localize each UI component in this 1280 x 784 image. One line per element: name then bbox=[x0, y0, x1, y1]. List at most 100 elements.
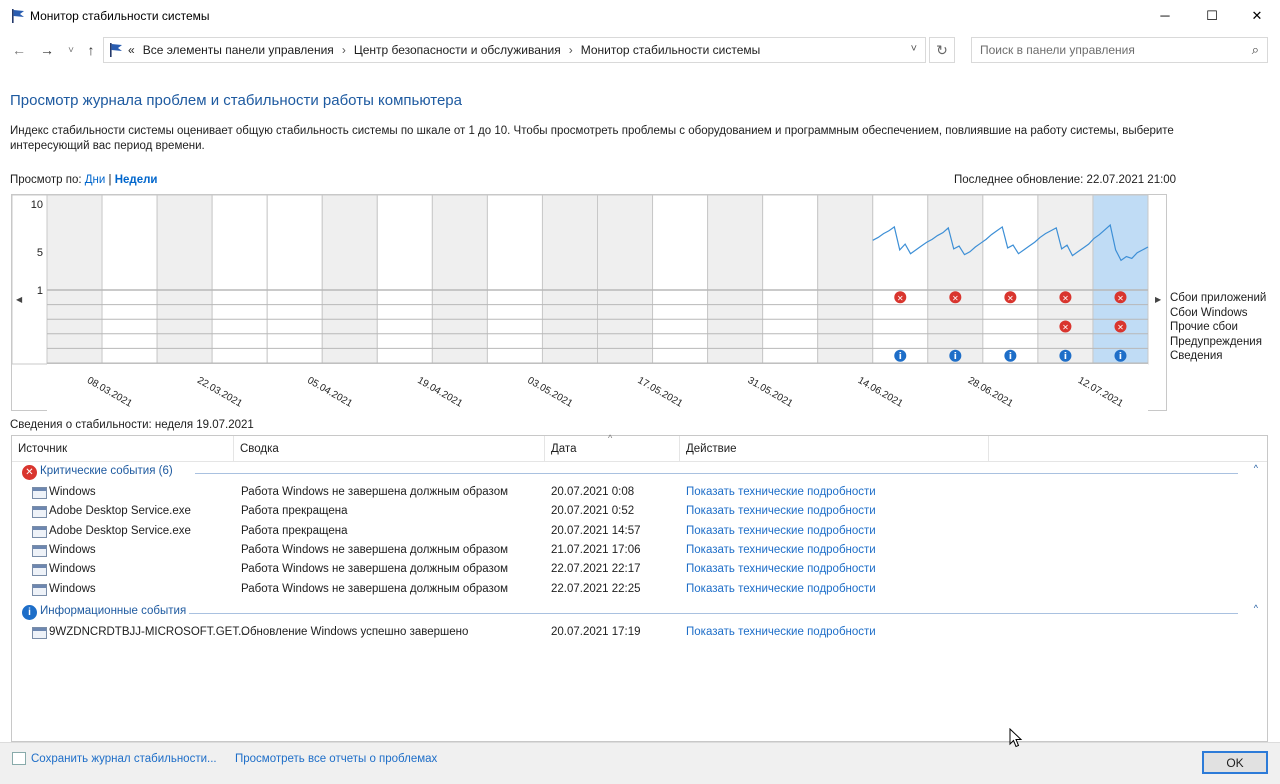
column-summary[interactable]: Сводка bbox=[234, 436, 545, 462]
column-source[interactable]: Источник bbox=[12, 436, 234, 462]
view-by-weeks-link[interactable]: Недели bbox=[115, 174, 158, 186]
save-log-link[interactable]: Сохранить журнал стабильности... bbox=[31, 753, 217, 765]
chart-column[interactable] bbox=[1092, 194, 1149, 365]
group-header[interactable]: i Информационные события ^ bbox=[20, 603, 1258, 621]
chart-column bbox=[541, 194, 599, 365]
chart-column bbox=[321, 194, 378, 365]
collapse-group-icon[interactable]: ^ bbox=[1254, 463, 1258, 473]
row-source: Windows bbox=[49, 543, 96, 556]
chart-column bbox=[266, 194, 323, 365]
table-row[interactable]: 9WZDNCRDTBJJ-MICROSOFT.GET... Обновление … bbox=[12, 623, 1267, 642]
info-icon-glyph: i bbox=[899, 352, 902, 362]
group-divider bbox=[194, 473, 1238, 474]
breadcrumb-separator[interactable]: › bbox=[569, 43, 573, 57]
y-tick-label: 5 bbox=[37, 247, 43, 259]
chart-column bbox=[431, 194, 488, 365]
table-row[interactable]: Adobe Desktop Service.exe Работа прекраще… bbox=[12, 522, 1267, 541]
row-date: 22.07.2021 22:25 bbox=[551, 582, 641, 595]
chart-scroll-left-arrow[interactable]: ◀ bbox=[16, 295, 22, 304]
details-title: Сведения о стабильности: неделя 19.07.20… bbox=[10, 419, 254, 431]
refresh-button[interactable]: ↻ bbox=[929, 37, 955, 63]
breadcrumb-item-security-maintenance[interactable]: Центр безопасности и обслуживания bbox=[354, 43, 561, 57]
ok-button[interactable]: OK bbox=[1202, 751, 1268, 774]
application-icon bbox=[32, 626, 47, 639]
legend-warnings: Предупреждения bbox=[1170, 335, 1262, 348]
row-date: 20.07.2021 14:57 bbox=[551, 524, 641, 537]
sort-ascending-icon: ^ bbox=[608, 433, 613, 443]
last-update: Последнее обновление: 22.07.2021 21:00 bbox=[954, 174, 1177, 186]
view-by-days-link[interactable]: Дни bbox=[85, 174, 106, 186]
minimize-button[interactable]: ─ bbox=[1142, 0, 1188, 31]
group-header[interactable]: ✕ Критические события (6) ^ bbox=[20, 463, 1258, 481]
stability-chart-svg[interactable]: 1051✕ ✕ ✕ ✕ ✕✕ ✕i i i i i08.03.2021 22.03.2021 05.0… bbox=[11, 194, 1168, 412]
column-date[interactable]: Дата bbox=[545, 436, 680, 462]
row-source: Adobe Desktop Service.exe bbox=[49, 505, 191, 518]
search-placeholder: Поиск в панели управления bbox=[980, 43, 1135, 57]
chart-column bbox=[927, 194, 984, 365]
up-button[interactable]: ↑ bbox=[82, 41, 100, 59]
chart-column bbox=[652, 194, 709, 365]
show-technical-details-link[interactable]: Показать технические подробности bbox=[686, 583, 876, 595]
show-technical-details-link[interactable]: Показать технические подробности bbox=[686, 505, 876, 517]
view-by: Просмотр по: Дни | Недели bbox=[10, 174, 158, 186]
chart-column bbox=[376, 194, 433, 365]
show-technical-details-link[interactable]: Показать технические подробности bbox=[686, 544, 876, 556]
recent-locations-button[interactable]: ˅ bbox=[62, 41, 80, 59]
address-bar[interactable]: « Все элементы панели управления › Центр бе… bbox=[103, 37, 926, 63]
y-tick-label: 10 bbox=[31, 199, 43, 211]
stability-chart[interactable]: 10 5 1 ✕ ✕ ✕ ✕ ✕ ✕ ✕ i i i i i 08.03.2021 22.03.2021 05.0… bbox=[11, 194, 1167, 411]
save-log-icon bbox=[12, 752, 26, 765]
column-action[interactable]: Действие bbox=[680, 436, 989, 462]
error-icon-glyph: ✕ bbox=[1007, 294, 1014, 303]
application-icon bbox=[32, 506, 47, 519]
maximize-button[interactable]: ☐ bbox=[1189, 0, 1235, 31]
show-technical-details-link[interactable]: Показать технические подробности bbox=[686, 626, 876, 638]
chart-column bbox=[817, 194, 874, 365]
row-source: Adobe Desktop Service.exe bbox=[49, 524, 191, 537]
application-icon bbox=[32, 487, 47, 499]
chart-column bbox=[486, 194, 543, 365]
table-row[interactable]: Windows Работа Windows не завершена должн… bbox=[12, 483, 1267, 502]
error-icon-glyph: ✕ bbox=[1062, 323, 1069, 332]
flag-icon bbox=[110, 43, 122, 57]
row-summary: Работа прекращена bbox=[241, 524, 348, 537]
row-summary: Работа Windows не завершена должным обра… bbox=[241, 543, 508, 556]
chart-column bbox=[872, 194, 929, 365]
error-icon-glyph: ✕ bbox=[952, 294, 959, 303]
page-description: Индекс стабильности системы оценивает об… bbox=[10, 125, 1174, 152]
view-all-reports-link[interactable]: Просмотреть все отчеты о проблемах bbox=[235, 753, 437, 765]
show-technical-details-link[interactable]: Показать технические подробности bbox=[686, 563, 876, 575]
breadcrumb-overflow[interactable]: « bbox=[128, 43, 135, 57]
table-row[interactable]: Adobe Desktop Service.exe Работа прекраще… bbox=[12, 502, 1267, 521]
breadcrumb-separator[interactable]: › bbox=[342, 43, 346, 57]
row-summary: Работа прекращена bbox=[241, 505, 348, 518]
chart-column bbox=[597, 194, 654, 365]
chart-column bbox=[101, 194, 158, 365]
chart-scroll-right-arrow[interactable]: ▶ bbox=[1155, 295, 1161, 304]
breadcrumb-item-reliability-monitor[interactable]: Монитор стабильности системы bbox=[581, 43, 761, 57]
search-input[interactable]: Поиск в панели управления ⌕ bbox=[971, 37, 1268, 63]
table-header: Источник Сводка Дата Действие ^ bbox=[12, 433, 1267, 462]
back-button[interactable]: ← bbox=[10, 41, 28, 59]
close-button[interactable]: ✕ bbox=[1234, 0, 1280, 31]
row-date: 22.07.2021 22:17 bbox=[551, 563, 641, 576]
collapse-group-icon[interactable]: ^ bbox=[1254, 603, 1258, 613]
chart-column bbox=[982, 194, 1039, 365]
breadcrumb-item-all-control-panel-items[interactable]: Все элементы панели управления bbox=[143, 43, 334, 57]
table-row[interactable]: Windows Работа Windows не завершена должн… bbox=[12, 560, 1267, 579]
show-technical-details-link[interactable]: Показать технические подробности bbox=[686, 486, 876, 498]
forward-button[interactable]: → bbox=[38, 41, 56, 59]
show-technical-details-link[interactable]: Показать технические подробности bbox=[686, 525, 876, 537]
search-icon[interactable]: ⌕ bbox=[1252, 42, 1259, 58]
events-table: Источник Сводка Дата Действие ^ ✕ Критиче… bbox=[11, 433, 1268, 742]
error-icon-glyph: ✕ bbox=[1062, 294, 1069, 303]
view-by-label: Просмотр по: bbox=[10, 174, 82, 186]
table-row[interactable]: Windows Работа Windows не завершена должн… bbox=[12, 541, 1267, 560]
info-icon-glyph: i bbox=[1119, 352, 1122, 362]
chart-legend: Сбои приложений Сбои Windows Прочие сбои… bbox=[1170, 291, 1266, 364]
table-row[interactable]: Windows Работа Windows не завершена должн… bbox=[12, 580, 1267, 599]
group-divider bbox=[188, 612, 1238, 614]
chevron-down-icon[interactable]: ˅ bbox=[911, 43, 917, 55]
row-source: 9WZDNCRDTBJJ-MICROSOFT.GET... bbox=[49, 625, 248, 638]
error-icon-glyph: ✕ bbox=[897, 294, 904, 303]
